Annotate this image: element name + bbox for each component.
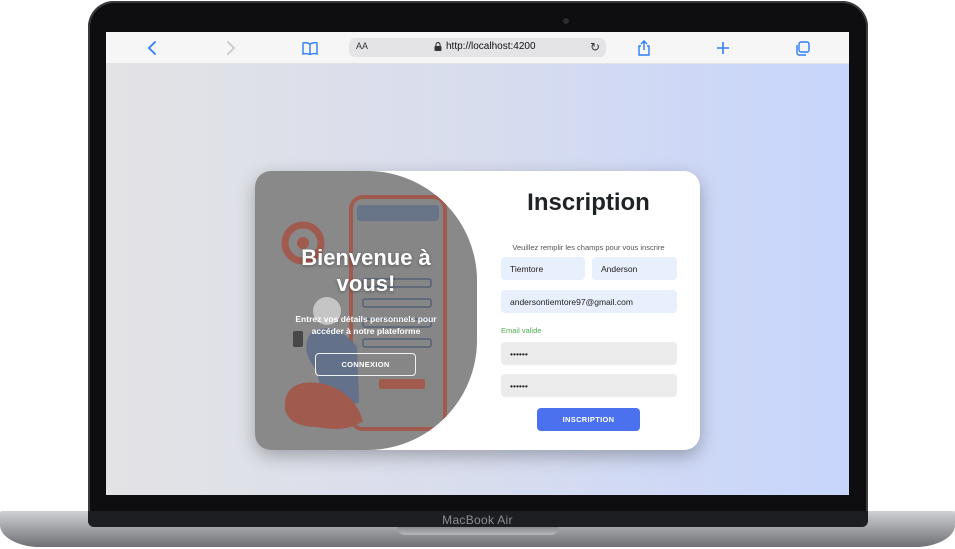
first-name-field[interactable]: Tiemtore bbox=[501, 257, 585, 280]
new-tab-icon[interactable] bbox=[713, 38, 733, 58]
screen: AA http://localhost:4200 ↻ Bienvenue à v… bbox=[106, 32, 849, 495]
browser-toolbar: AA http://localhost:4200 ↻ bbox=[106, 32, 849, 64]
signup-button[interactable]: INSCRIPTION bbox=[537, 408, 640, 431]
welcome-title: Bienvenue à vous! bbox=[301, 245, 431, 296]
last-name-field[interactable]: Anderson bbox=[592, 257, 677, 280]
laptop-notch bbox=[397, 527, 559, 535]
share-icon[interactable] bbox=[634, 38, 654, 58]
password-field[interactable]: •••••• bbox=[501, 342, 677, 365]
forward-icon[interactable] bbox=[221, 38, 241, 58]
back-icon[interactable] bbox=[142, 38, 162, 58]
address-bar[interactable]: AA http://localhost:4200 ↻ bbox=[349, 38, 606, 57]
camera bbox=[563, 18, 569, 24]
welcome-subtitle: Entrez vos détails personnels pour accéd… bbox=[295, 314, 437, 336]
email-valid-message: Email valide bbox=[501, 326, 542, 335]
tabs-icon[interactable] bbox=[792, 38, 812, 58]
reload-icon[interactable]: ↻ bbox=[590, 40, 600, 54]
login-button[interactable]: CONNEXION bbox=[315, 353, 416, 376]
form-instructions: Veuillez remplir les champs pour vous in… bbox=[512, 243, 665, 252]
form-title: Inscription bbox=[527, 189, 650, 216]
page: Bienvenue à vous! Entrez vos détails per… bbox=[106, 64, 849, 495]
lock-icon bbox=[434, 42, 442, 51]
confirm-password-field[interactable]: •••••• bbox=[501, 374, 677, 397]
signup-card: Bienvenue à vous! Entrez vos détails per… bbox=[255, 171, 700, 450]
bookmarks-icon[interactable] bbox=[300, 38, 320, 58]
signup-form: Inscription Veuillez remplir les champs … bbox=[477, 171, 700, 450]
email-field[interactable]: andersontiemtore97@gmail.com bbox=[501, 290, 677, 313]
device-label: MacBook Air bbox=[442, 513, 513, 527]
text-size-button[interactable]: AA bbox=[356, 41, 368, 51]
welcome-panel: Bienvenue à vous! Entrez vos détails per… bbox=[255, 171, 477, 450]
url-text: http://localhost:4200 bbox=[446, 41, 536, 52]
panel-overlay bbox=[255, 171, 477, 450]
